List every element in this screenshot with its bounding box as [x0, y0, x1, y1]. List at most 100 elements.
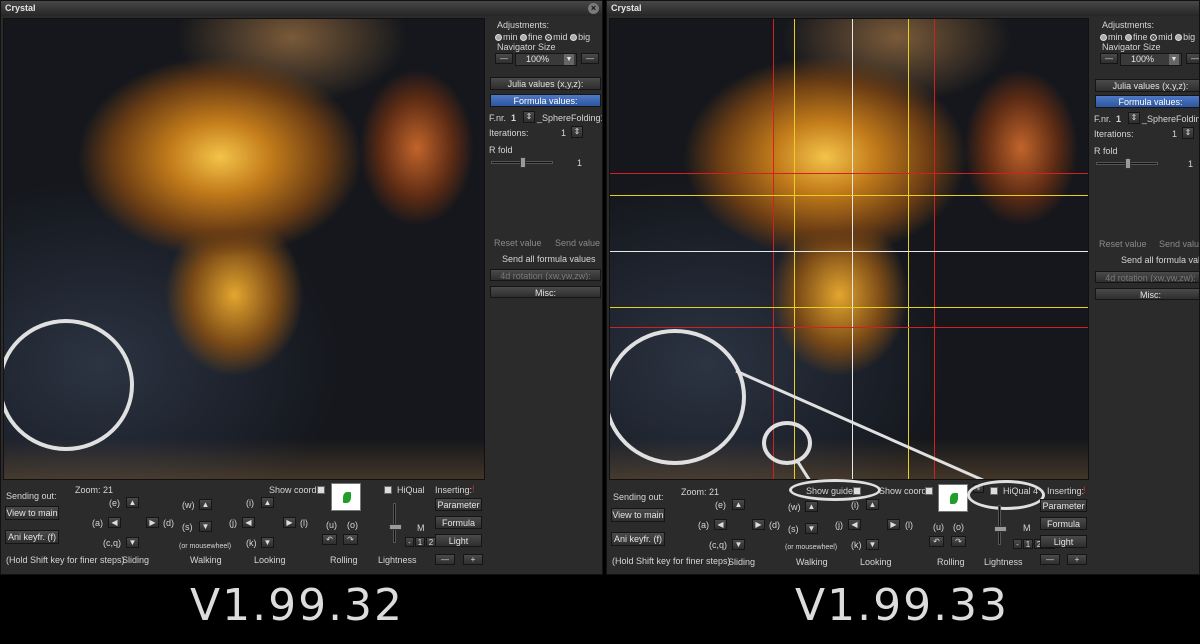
reset-value-button[interactable]: Reset value [494, 238, 542, 248]
reset-value-button[interactable]: Reset value [1099, 239, 1147, 249]
roll-right-button[interactable]: ↷ [951, 536, 966, 547]
key-u-label: (u) [933, 522, 944, 532]
look-down-button[interactable]: ▼ [261, 537, 274, 548]
lightness-slider-knob[interactable] [994, 526, 1007, 532]
insert-formula-button[interactable]: Formula [435, 516, 482, 529]
lightness-preset-minus[interactable]: - [1013, 539, 1022, 549]
look-left-button[interactable]: ◀ [848, 519, 861, 530]
leaf-icon [343, 492, 351, 503]
insert-plus-button[interactable]: + [463, 554, 483, 565]
rfold-slider[interactable] [491, 157, 553, 168]
insert-minus-button[interactable]: — [1040, 554, 1060, 565]
radio-big[interactable] [570, 34, 578, 42]
formula-number-spinner[interactable]: ⇕ [1128, 112, 1140, 124]
radio-mid[interactable] [1150, 34, 1158, 42]
lightness-label: Lightness [378, 555, 417, 565]
navigator-minus-button[interactable]: — [495, 53, 513, 64]
formula-values-button[interactable]: Formula values: [1095, 95, 1199, 108]
iterations-spinner[interactable]: ⇕ [571, 126, 583, 138]
slide-down-button[interactable]: ▼ [126, 537, 139, 548]
key-u-label: (u) [326, 520, 337, 530]
navigator-size-select[interactable]: 100% ▼ [1120, 53, 1182, 66]
look-down-button[interactable]: ▼ [866, 539, 879, 550]
formula-number-spinner[interactable]: ⇕ [523, 111, 535, 123]
slide-up-button[interactable]: ▲ [732, 499, 745, 510]
slide-down-button[interactable]: ▼ [732, 539, 745, 550]
radio-min[interactable] [495, 34, 502, 42]
lightness-slider[interactable] [389, 503, 402, 543]
slide-left-button[interactable]: ◀ [714, 519, 727, 530]
lightness-preset-1[interactable]: 1 [415, 537, 425, 547]
ani-keyframe-button[interactable]: Ani keyfr. (f) [5, 530, 59, 544]
iterations-spinner[interactable]: ⇕ [1182, 127, 1194, 139]
rotation-4d-button[interactable]: 4d rotation (xw,yw,zw): [490, 269, 601, 281]
window-titlebar: Crystal [607, 1, 1199, 16]
navigator-plus-button[interactable]: — [581, 53, 599, 64]
radio-mid-label: mid [553, 32, 568, 42]
close-icon[interactable]: × [588, 3, 599, 14]
mousewheel-hint: (or mousewheel) [179, 543, 232, 550]
radio-fine[interactable] [520, 34, 528, 42]
look-left-button[interactable]: ◀ [242, 517, 255, 528]
insert-parameter-button[interactable]: Parameter [435, 498, 482, 511]
look-up-button[interactable]: ▲ [866, 499, 879, 510]
rfold-slider-knob[interactable] [520, 157, 526, 168]
look-up-button[interactable]: ▲ [261, 497, 274, 508]
fractal-render-view[interactable] [3, 18, 485, 480]
navigator-size-select[interactable]: 100% ▼ [515, 53, 577, 66]
look-right-button[interactable]: ▶ [887, 519, 900, 530]
insert-parameter-button[interactable]: Parameter [1040, 499, 1087, 512]
insert-plus-button[interactable]: + [1067, 554, 1087, 565]
insert-light-button[interactable]: Light [435, 534, 482, 547]
send-all-formula-values-button[interactable]: Send all formula values [1121, 255, 1199, 265]
send-all-formula-values-button[interactable]: Send all formula values [502, 254, 596, 264]
lightness-preset-1[interactable]: 1 [1023, 539, 1033, 549]
roll-left-button[interactable]: ↶ [322, 534, 337, 545]
walk-backward-button[interactable]: ▼ [199, 521, 212, 532]
rotation-4d-button[interactable]: 4d rotation (xw,yw,zw): [1095, 271, 1199, 283]
walk-forward-button[interactable]: ▲ [199, 499, 212, 510]
look-right-button[interactable]: ▶ [283, 517, 296, 528]
slide-right-button[interactable]: ▶ [752, 519, 765, 530]
lightness-preset-minus[interactable]: - [405, 537, 414, 547]
lightness-slider[interactable] [994, 505, 1007, 545]
slide-up-button[interactable]: ▲ [126, 497, 139, 508]
view-to-main-button[interactable]: View to main [611, 508, 665, 522]
walk-forward-button[interactable]: ▲ [805, 501, 818, 512]
walk-backward-button[interactable]: ▼ [805, 523, 818, 534]
slide-left-button[interactable]: ◀ [108, 517, 121, 528]
navigator-thumbnail[interactable] [331, 483, 361, 511]
rfold-slider-knob[interactable] [1125, 158, 1131, 169]
insert-minus-button[interactable]: — [435, 554, 455, 565]
misc-button[interactable]: Misc: [1095, 288, 1199, 300]
walking-label: Walking [796, 557, 828, 567]
insert-light-button[interactable]: Light [1040, 535, 1087, 548]
roll-left-button[interactable]: ↶ [929, 536, 944, 547]
send-value-button[interactable]: Send value [1159, 239, 1199, 249]
navigator-thumbnail[interactable] [938, 484, 968, 512]
send-value-button[interactable]: Send value [555, 238, 600, 248]
view-to-main-button[interactable]: View to main [5, 506, 59, 520]
radio-min-label: min [503, 32, 518, 42]
julia-values-button[interactable]: Julia values (x,y,z): [490, 77, 601, 90]
show-coords-checkbox[interactable] [317, 486, 325, 494]
radio-min[interactable] [1100, 34, 1107, 42]
key-s-label: (s) [788, 524, 799, 534]
ani-keyframe-button[interactable]: Ani keyfr. (f) [611, 532, 665, 546]
rfold-slider[interactable] [1096, 158, 1158, 169]
radio-mid[interactable] [545, 34, 553, 42]
slide-right-button[interactable]: ▶ [146, 517, 159, 528]
navigator-plus-button[interactable]: — [1186, 53, 1199, 64]
navigator-minus-button[interactable]: — [1100, 53, 1118, 64]
lightness-slider-knob[interactable] [389, 524, 402, 530]
formula-values-button[interactable]: Formula values: [490, 94, 601, 107]
insert-formula-button[interactable]: Formula [1040, 517, 1087, 530]
fractal-render-view[interactable] [609, 18, 1089, 480]
julia-values-button[interactable]: Julia values (x,y,z): [1095, 79, 1199, 92]
radio-fine[interactable] [1125, 34, 1133, 42]
misc-button[interactable]: Misc: [490, 286, 601, 298]
show-coords-checkbox[interactable] [925, 487, 933, 495]
radio-big[interactable] [1175, 34, 1183, 42]
roll-right-button[interactable]: ↷ [343, 534, 358, 545]
hiqual-checkbox[interactable] [384, 486, 392, 494]
